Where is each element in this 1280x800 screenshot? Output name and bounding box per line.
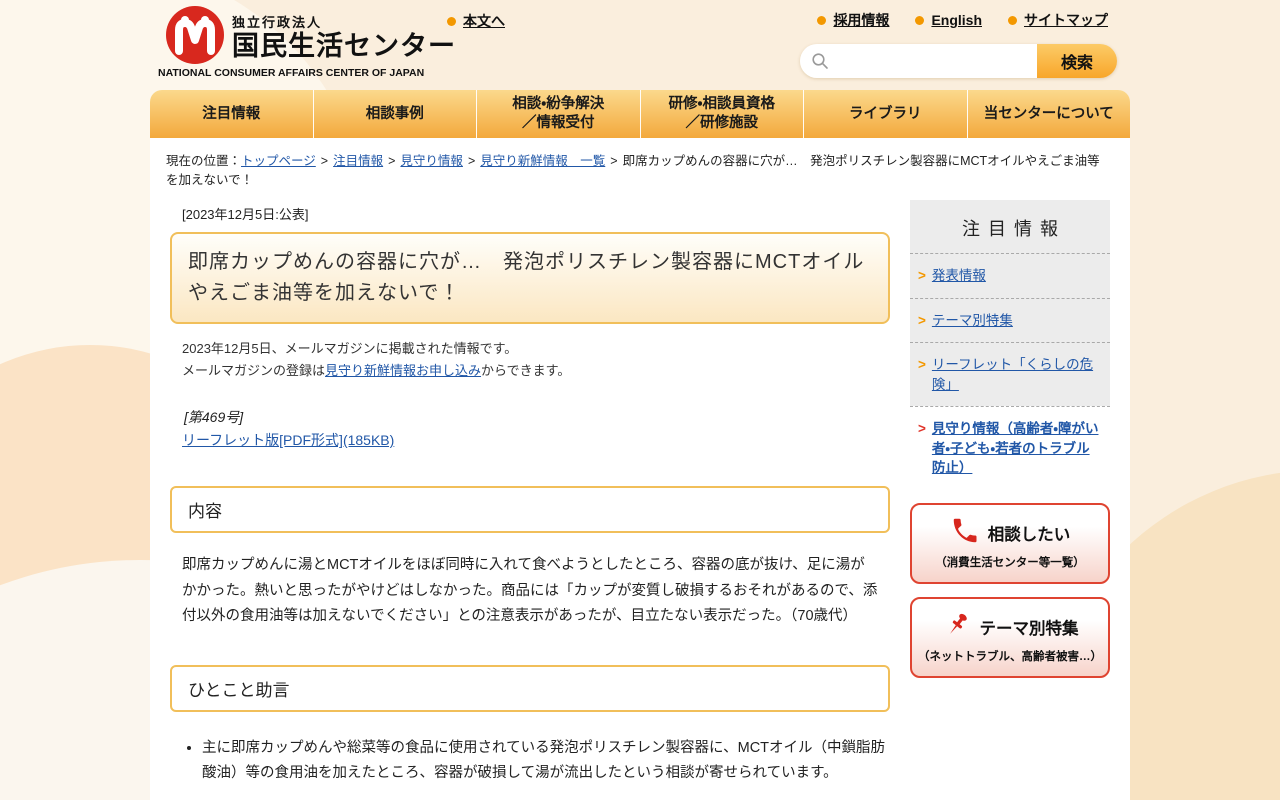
breadcrumb-separator: > bbox=[468, 154, 475, 168]
breadcrumb-separator: > bbox=[321, 154, 328, 168]
sidebar-featured-box: 注目情報 > 発表情報 > テーマ別特集 > リーフレット「くらしの危険」 > … bbox=[910, 200, 1110, 490]
chevron-right-icon: > bbox=[918, 311, 926, 331]
utility-link-sitemap[interactable]: サイトマップ bbox=[1008, 10, 1108, 30]
meta-line2: メールマガジンの登録は見守り新鮮情報お申し込みからできます。 bbox=[182, 360, 890, 382]
skip-to-content[interactable]: 本文へ bbox=[447, 11, 505, 31]
main-column: [2023年12月5日:公表] 即席カップめんの容器に穴が… 発泡ポリスチレン製… bbox=[170, 196, 890, 800]
banner-consultation[interactable]: 相談したい （消費生活センター等一覧） bbox=[910, 503, 1110, 584]
nav-item-training[interactable]: 研修・相談員資格 ／研修施設 bbox=[641, 90, 805, 138]
org-name-english: NATIONAL CONSUMER AFFAIRS CENTER OF JAPA… bbox=[158, 67, 424, 79]
sidebar-item-theme-features[interactable]: > テーマ別特集 bbox=[910, 298, 1110, 343]
search-input[interactable] bbox=[800, 44, 1037, 78]
chevron-right-icon: > bbox=[918, 266, 926, 286]
section-content-body: 即席カップめんに湯とMCTオイルをほぼ同時に入れて食べようとしたところ、容器の底… bbox=[182, 553, 878, 629]
chevron-right-icon: > bbox=[918, 355, 926, 394]
bullet-icon bbox=[817, 16, 826, 25]
article-meta: 2023年12月5日、メールマガジンに掲載された情報です。 メールマガジンの登録… bbox=[182, 338, 890, 382]
bullet-icon bbox=[447, 17, 456, 26]
sidebar-item-label[interactable]: 見守り情報（高齢者・障がい者・子ども・若者のトラブル防止） bbox=[932, 419, 1102, 478]
banner-title: 相談したい bbox=[988, 521, 1071, 545]
ncac-logo-icon bbox=[166, 6, 224, 64]
utility-link-english[interactable]: English bbox=[915, 10, 982, 30]
nav-item-about[interactable]: 当センターについて bbox=[968, 90, 1131, 138]
sidebar-item-announcements[interactable]: > 発表情報 bbox=[910, 253, 1110, 298]
banner-title: テーマ別特集 bbox=[980, 615, 1079, 639]
publish-date: [2023年12月5日:公表] bbox=[182, 204, 890, 223]
nav-item-featured-info[interactable]: 注目情報 bbox=[150, 90, 314, 138]
page-title: 即席カップめんの容器に穴が… 発泡ポリスチレン製容器にMCTオイルやえごま油等を… bbox=[170, 232, 890, 324]
logo-text: 独立行政法人 国民生活センター bbox=[232, 6, 456, 62]
sidebar-item-leaflet[interactable]: > リーフレット「くらしの危険」 bbox=[910, 342, 1110, 406]
nav-item-case-examples[interactable]: 相談事例 bbox=[314, 90, 478, 138]
sidebar-item-label[interactable]: リーフレット「くらしの危険」 bbox=[932, 355, 1102, 394]
meta-line2-prefix: メールマガジンの登録は bbox=[182, 363, 325, 378]
breadcrumb-separator: > bbox=[610, 154, 617, 168]
sidebar-item-mimamori-current[interactable]: > 見守り情報（高齢者・障がい者・子ども・若者のトラブル防止） bbox=[910, 406, 1110, 490]
breadcrumb-link-featured[interactable]: 注目情報 bbox=[333, 154, 383, 168]
issue-number: [第469号] bbox=[184, 407, 890, 427]
banner-theme-features[interactable]: テーマ別特集 （ネットトラブル、高齢者被害…） bbox=[910, 597, 1110, 678]
site-logo[interactable]: 独立行政法人 国民生活センター bbox=[166, 6, 456, 64]
nav-item-library[interactable]: ライブラリ bbox=[804, 90, 968, 138]
utility-link-label[interactable]: サイトマップ bbox=[1024, 10, 1108, 30]
search-input-wrap bbox=[800, 44, 1037, 78]
site-header: 独立行政法人 国民生活センター NATIONAL CONSUMER AFFAIR… bbox=[0, 0, 1280, 90]
phone-icon bbox=[950, 516, 980, 551]
pushpin-icon bbox=[942, 610, 972, 645]
org-type: 独立行政法人 bbox=[232, 12, 456, 31]
sidebar-item-label[interactable]: テーマ別特集 bbox=[932, 311, 1013, 331]
breadcrumb-link-top[interactable]: トップページ bbox=[241, 154, 316, 168]
breadcrumb: 現在の位置：トップページ>注目情報>見守り情報>見守り新鮮情報 一覧>即席カップ… bbox=[150, 138, 1130, 191]
skip-link[interactable]: 本文へ bbox=[463, 11, 505, 31]
search-bar: 検索 bbox=[800, 44, 1117, 78]
search-icon bbox=[811, 52, 829, 70]
section-heading-advice: ひとこと助言 bbox=[170, 665, 890, 712]
newsletter-signup-link[interactable]: 見守り新鮮情報お申し込み bbox=[325, 363, 481, 378]
leaflet-pdf-link[interactable]: リーフレット版[PDF形式](185KB) bbox=[182, 432, 394, 448]
utility-link-label[interactable]: 採用情報 bbox=[833, 10, 889, 30]
sidebar-title: 注目情報 bbox=[910, 200, 1110, 253]
sidebar: 注目情報 > 発表情報 > テーマ別特集 > リーフレット「くらしの危険」 > … bbox=[910, 200, 1110, 678]
breadcrumb-link-list[interactable]: 見守り新鮮情報 一覧 bbox=[480, 154, 605, 168]
advice-item: 主に即席カップめんや総菜等の食品に使用されている発泡ポリスチレン製容器に、MCT… bbox=[202, 736, 890, 785]
org-name: 国民生活センター bbox=[232, 31, 456, 62]
meta-line1: 2023年12月5日、メールマガジンに掲載された情報です。 bbox=[182, 338, 890, 360]
chevron-right-icon: > bbox=[918, 419, 926, 478]
utility-link-recruit[interactable]: 採用情報 bbox=[817, 10, 889, 30]
bullet-icon bbox=[915, 16, 924, 25]
breadcrumb-link-mimamori[interactable]: 見守り情報 bbox=[400, 154, 463, 168]
breadcrumb-separator: > bbox=[388, 154, 395, 168]
section-heading-content: 内容 bbox=[170, 486, 890, 533]
utility-link-label[interactable]: English bbox=[931, 12, 982, 28]
sidebar-item-label[interactable]: 発表情報 bbox=[932, 266, 986, 286]
advice-list: 主に即席カップめんや総菜等の食品に使用されている発泡ポリスチレン製容器に、MCT… bbox=[170, 736, 890, 800]
utility-nav: 採用情報 English サイトマップ bbox=[817, 10, 1108, 30]
global-nav: 注目情報 相談事例 相談・紛争解決 ／情報受付 研修・相談員資格 ／研修施設 ラ… bbox=[150, 90, 1130, 138]
banner-subtitle: （消費生活センター等一覧） bbox=[918, 554, 1102, 570]
content-area: 現在の位置：トップページ > 注目情報 > 見守り情報 > 見守り新鮮情報 一覧 > 即席カップ… bbox=[150, 138, 1130, 800]
nav-item-consultation[interactable]: 相談・紛争解決 ／情報受付 bbox=[477, 90, 641, 138]
meta-line2-suffix: からできます。 bbox=[481, 363, 570, 378]
banner-subtitle: （ネットトラブル、高齢者被害…） bbox=[918, 648, 1102, 664]
search-button[interactable]: 検索 bbox=[1037, 44, 1117, 78]
breadcrumb-prefix: 現在の位置： bbox=[166, 154, 241, 168]
pdf-link-row: リーフレット版[PDF形式](185KB) bbox=[182, 430, 890, 450]
bullet-icon bbox=[1008, 16, 1017, 25]
page: 独立行政法人 国民生活センター NATIONAL CONSUMER AFFAIR… bbox=[0, 0, 1280, 800]
